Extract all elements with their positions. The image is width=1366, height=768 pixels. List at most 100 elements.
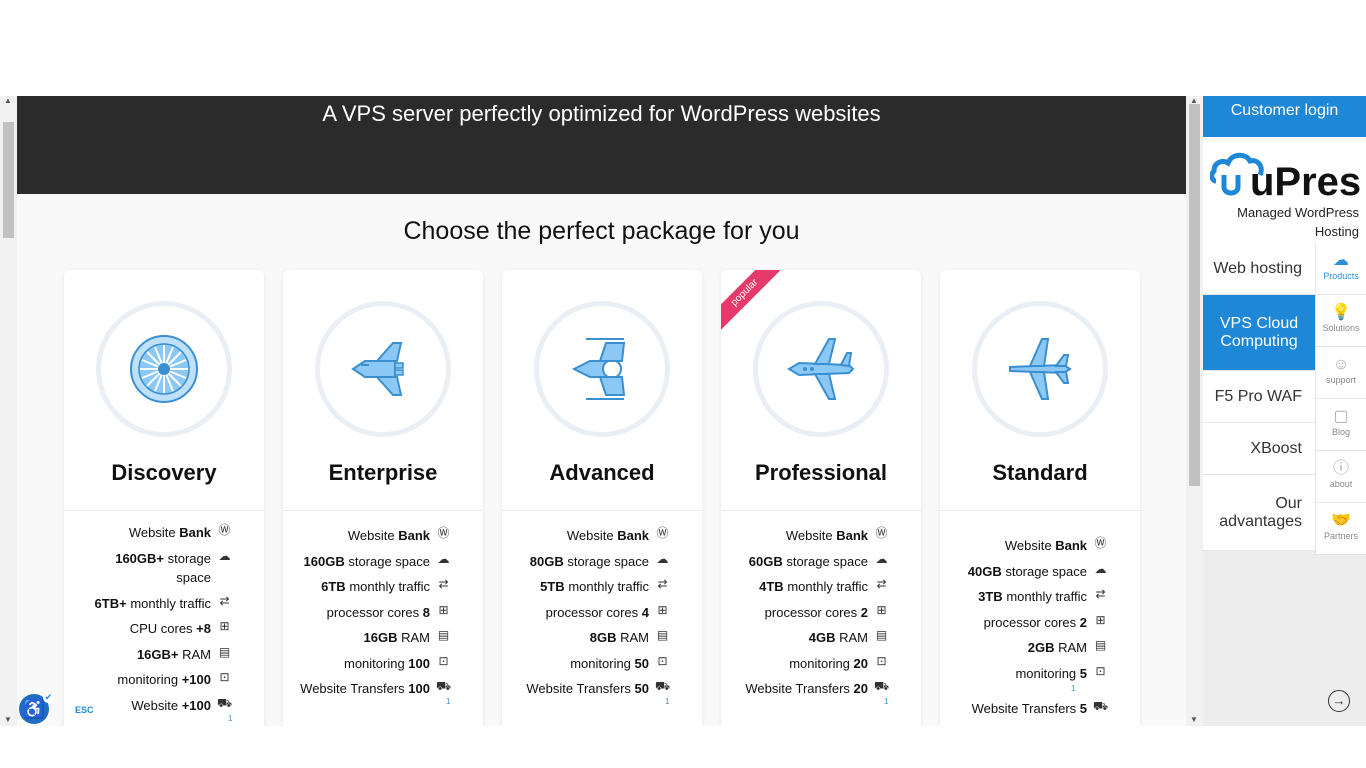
brand-block[interactable]: uPress Managed WordPress Hosting — [1203, 137, 1366, 243]
wordpress-icon: Ⓦ — [656, 526, 669, 540]
brand-name: uPress — [1250, 160, 1360, 201]
feature-monitoring: monitoring 50 ⊡ — [570, 654, 670, 673]
cpu-icon: ⊞ — [219, 619, 230, 633]
feature-traffic: 4TB monthly traffic ⇄ — [759, 577, 889, 596]
card-divider — [940, 510, 1140, 511]
package-card-discovery[interactable]: Discovery Website Bank Ⓦ 160GB+ storage sp… — [64, 270, 264, 726]
nav-partners[interactable]: 🤝 Partners — [1315, 503, 1366, 555]
menu-item-web-hosting[interactable]: Web hosting — [1203, 243, 1315, 295]
monitor-icon: ⊡ — [657, 654, 668, 668]
nav-solutions[interactable]: 💡 Solutions — [1315, 295, 1366, 347]
turbine-icon — [130, 335, 198, 403]
feature-cpu: CPU cores +8 ⊞ — [130, 619, 232, 638]
cpu-icon: ⊞ — [438, 603, 449, 617]
package-card-professional[interactable]: popular Professional Website Bank Ⓦ 60GB … — [721, 270, 921, 726]
ram-icon: ▤ — [875, 628, 888, 642]
scroll-up-arrow-icon[interactable]: ▲ — [4, 96, 12, 105]
feature-transfers: Website Transfers 5 ⛟ — [971, 699, 1109, 716]
jet-icon — [787, 338, 855, 400]
sidebar-menu: Web hosting VPS Cloud Computing F5 Pro W… — [1203, 243, 1315, 551]
card-divider — [64, 510, 264, 511]
package-icon-circle — [534, 301, 670, 437]
feature-website-bank: Website Bank Ⓦ — [347, 526, 450, 543]
ram-icon: ▤ — [437, 628, 450, 642]
cpu-icon: ⊞ — [657, 603, 668, 617]
transfer-arrows-icon: ⇄ — [438, 577, 449, 591]
menu-item-our-advantages[interactable]: Our advantages — [1203, 475, 1315, 551]
nav-about[interactable]: ⓘ about — [1315, 451, 1366, 503]
wordpress-icon: Ⓦ — [437, 526, 450, 540]
accessibility-icon: ♿ — [22, 699, 46, 719]
cpu-icon: ⊞ — [1095, 613, 1106, 627]
ram-icon: ▤ — [218, 645, 231, 659]
airplane-icon — [1009, 338, 1072, 400]
feature-monitoring: monitoring +100 ⊡ — [117, 670, 232, 689]
card-divider — [283, 510, 483, 511]
right-scrollbar-thumb[interactable] — [1189, 104, 1200, 486]
scroll-down-arrow-icon[interactable]: ▼ — [1190, 715, 1198, 724]
feature-storage: 160GB+ storage space ☁ — [115, 549, 231, 585]
transfer-arrows-icon: ⇄ — [1095, 587, 1106, 601]
feature-transfers: Website Transfers 20 ⛟ — [745, 679, 890, 696]
feature-transfers: Website Transfers 50 ⛟ — [526, 679, 671, 696]
arrow-right-icon: → — [1332, 693, 1346, 708]
feature-cpu: processor cores 8 ⊞ — [327, 603, 451, 622]
nav-blog[interactable]: ▢ Blog — [1315, 399, 1366, 451]
wordpress-icon: Ⓦ — [1094, 536, 1107, 550]
packages-section: Choose the perfect package for you Disco… — [17, 194, 1186, 726]
feature-ram: 16GB RAM ▤ — [363, 628, 450, 645]
menu-item-xboost[interactable]: XBoost — [1203, 423, 1315, 475]
feature-cpu: processor cores 4 ⊞ — [546, 603, 670, 622]
monitor-icon: ⊡ — [219, 670, 230, 684]
left-scrollbar[interactable]: ▲ ▼ — [0, 96, 17, 726]
truck-icon: ⛟ — [874, 679, 890, 693]
hero-title: A VPS server perfectly optimized for Wor… — [322, 101, 881, 126]
package-card-enterprise[interactable]: Enterprise Website Bank Ⓦ 160GB storage s… — [283, 270, 483, 726]
feature-website-bank: Website Bank Ⓦ — [566, 526, 669, 543]
right-scrollbar[interactable]: ▲ ▼ — [1186, 96, 1203, 726]
menu-item-vps-cloud-computing[interactable]: VPS Cloud Computing — [1203, 295, 1315, 371]
check-icon: ✔ — [43, 692, 54, 703]
truck-icon: ⛟ — [655, 679, 671, 693]
wordpress-icon: Ⓦ — [218, 523, 231, 537]
transfer-arrows-icon: ⇄ — [657, 577, 668, 591]
nav-products[interactable]: ☁ Products — [1315, 243, 1366, 295]
space-shuttle-icon — [351, 342, 404, 396]
feature-monitoring: monitoring 100 ⊡ — [344, 654, 451, 673]
support-agent-icon: ☺ — [1332, 356, 1350, 373]
sidebar: Customer login uPress Managed WordPress … — [1203, 96, 1366, 726]
feature-storage: 40GB storage space ☁ — [967, 562, 1107, 579]
customer-login-button[interactable]: Customer login — [1203, 96, 1366, 137]
feature-storage: 80GB storage space ☁ — [529, 552, 669, 569]
scroll-down-arrow-icon[interactable]: ▼ — [4, 715, 12, 724]
nav-support[interactable]: ☺ support — [1315, 347, 1366, 399]
cloud-icon: ☁ — [875, 552, 888, 566]
truck-icon: ⛟ — [436, 679, 452, 693]
feature-traffic: 3TB monthly traffic ⇄ — [978, 587, 1108, 606]
feature-monitoring: monitoring 20 ⊡ — [789, 654, 889, 673]
monitor-icon: ⊡ — [1095, 664, 1106, 678]
cloud-icon: ☁ — [1094, 562, 1107, 576]
feature-traffic: 6TB+ monthly traffic ⇄ — [95, 594, 232, 613]
feature-traffic: 5TB monthly traffic ⇄ — [540, 577, 670, 596]
upress-logo[interactable]: uPress — [1210, 145, 1360, 201]
expand-arrow-button[interactable]: → — [1328, 690, 1350, 712]
menu-item-f5-pro-waf[interactable]: F5 Pro WAF — [1203, 371, 1315, 423]
package-name: Enterprise — [328, 460, 438, 485]
feature-traffic: 6TB monthly traffic ⇄ — [321, 577, 451, 596]
cpu-icon: ⊞ — [876, 603, 887, 617]
ram-icon: ▤ — [1094, 638, 1107, 652]
truck-icon: ⛟ — [1093, 699, 1109, 713]
feature-cpu: processor cores 2 ⊞ — [984, 613, 1108, 632]
package-card-advanced[interactable]: Advanced Website Bank Ⓦ 80GB storage spac… — [502, 270, 702, 726]
left-scrollbar-thumb[interactable] — [3, 122, 14, 238]
package-icon-circle — [753, 301, 889, 437]
viewport: ▲ ▼ A VPS server perfectly optimized for… — [0, 96, 1366, 726]
card-divider — [502, 510, 702, 511]
footnote-marker: 1 — [228, 714, 233, 723]
monitor-icon: ⊡ — [438, 654, 449, 668]
package-name: Advanced — [549, 460, 655, 485]
chat-bubble-icon: ▢ — [1333, 408, 1349, 425]
esc-label[interactable]: ESC — [75, 705, 94, 715]
package-card-standard[interactable]: Standard Website Bank Ⓦ 40GB storage spac… — [940, 270, 1140, 726]
